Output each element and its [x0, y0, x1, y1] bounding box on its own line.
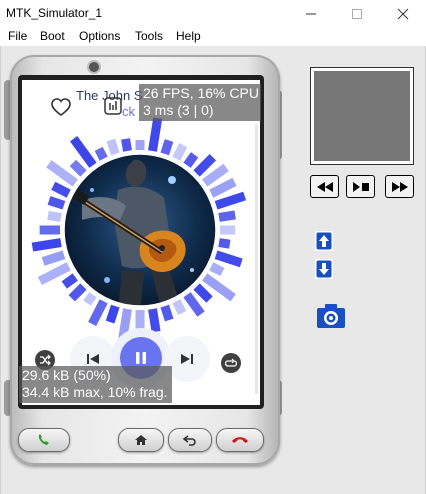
frame-time-line: 3 ms (3 | 0): [143, 102, 214, 118]
rewind-button[interactable]: [310, 175, 339, 198]
spectrum-bar: [218, 210, 236, 222]
back-button[interactable]: [168, 428, 212, 452]
spectrum-bar: [218, 238, 231, 249]
spectrum-bar: [68, 283, 87, 302]
spectrum-bar: [209, 262, 225, 277]
minimize-icon: [306, 13, 316, 14]
camera-icon: [317, 304, 345, 328]
spectrum-bar: [105, 304, 120, 324]
spectrum-bar: [135, 140, 145, 150]
spectrum-bar: [121, 138, 132, 152]
menu-file[interactable]: File: [8, 29, 27, 43]
maximize-icon: [352, 8, 362, 19]
spectrum-bar: [51, 181, 71, 198]
close-icon: [397, 8, 409, 19]
spectrum-bar: [106, 138, 120, 156]
phone-camera-lens: [87, 60, 101, 74]
call-button[interactable]: [18, 428, 70, 452]
menu-tools[interactable]: Tools: [135, 29, 163, 43]
play-stop-button[interactable]: [346, 175, 375, 198]
spectrum-bar: [41, 250, 66, 266]
play-stop-icon: [352, 181, 369, 192]
spectrum-bar: [183, 152, 199, 168]
memory-usage-line: 29.6 kB (50%): [22, 367, 111, 383]
home-icon: [135, 435, 147, 445]
arrow-up-icon: [316, 232, 332, 250]
menu-help[interactable]: Help: [176, 29, 201, 43]
fps-line: 26 FPS, 16% CPU: [143, 85, 259, 101]
spectrum-bar: [47, 210, 62, 222]
spectrum-bar: [214, 250, 243, 268]
end-call-icon: [232, 437, 248, 443]
end-call-button[interactable]: [216, 428, 264, 452]
spectrum-bar: [172, 299, 187, 315]
memory-max-line: 34.4 kB max, 10% frag.: [22, 384, 168, 400]
spectrum-bar: [94, 146, 108, 161]
fast-forward-button[interactable]: [385, 175, 414, 198]
skip-next-icon: [181, 354, 193, 364]
screenshot-button[interactable]: [316, 303, 346, 329]
skip-previous-icon: [87, 354, 99, 364]
spectrum-bar: [39, 225, 60, 235]
spectrum-bar: [160, 304, 174, 322]
spectrum-bar: [83, 292, 97, 306]
phone-screen[interactable]: The John S ck: [22, 80, 260, 405]
close-button[interactable]: [380, 0, 426, 27]
home-button[interactable]: [118, 428, 164, 452]
spectrum-bar: [160, 139, 174, 156]
spectrum-bar: [31, 238, 62, 252]
phone-call-icon: [38, 434, 49, 445]
back-icon: [182, 435, 196, 446]
repeat-icon: [225, 358, 237, 367]
rewind-icon: [316, 181, 333, 192]
menu-options[interactable]: Options: [79, 29, 120, 43]
memory-overlay: 29.6 kB (50%) 34.4 kB max, 10% frag.: [19, 366, 172, 403]
repeat-button[interactable]: [221, 353, 241, 373]
spectrum-bar: [148, 117, 163, 152]
arrow-down-icon: [316, 260, 332, 278]
spectrum-bar: [69, 159, 87, 177]
fps-overlay: 26 FPS, 16% CPU 3 ms (3 | 0): [139, 84, 261, 121]
spectrum-bar: [61, 273, 78, 289]
window-title: MTK_Simulator_1: [6, 6, 103, 20]
maximize-button[interactable]: [334, 0, 380, 27]
shuffle-icon: [40, 354, 51, 366]
spectrum-bar: [220, 225, 236, 235]
spectrum-bar: [47, 196, 66, 210]
scroll-down-button[interactable]: [315, 259, 333, 279]
preview-display: [314, 71, 410, 161]
fast-forward-icon: [391, 181, 408, 192]
menu-boot[interactable]: Boot: [40, 29, 65, 43]
scroll-up-button[interactable]: [315, 231, 333, 251]
minimize-button[interactable]: [288, 0, 334, 27]
pause-icon: [136, 352, 146, 364]
spectrum-bar: [172, 143, 188, 161]
